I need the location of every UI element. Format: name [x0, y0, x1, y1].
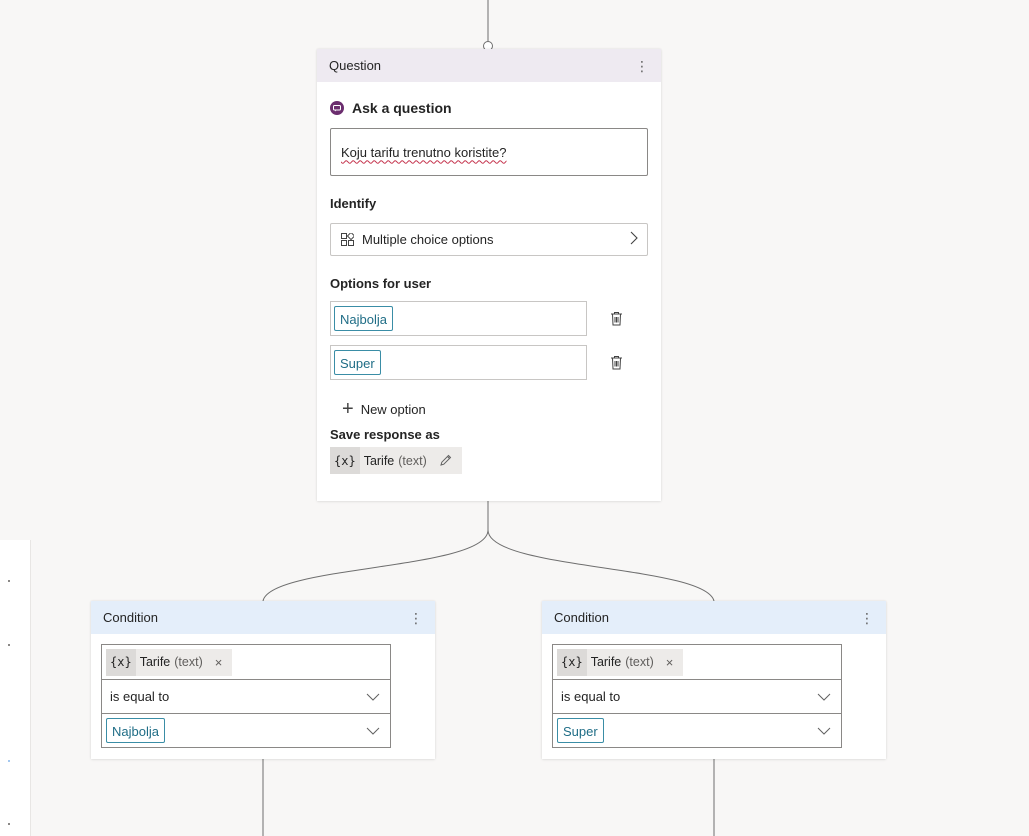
- option-row: Super: [330, 345, 648, 380]
- condition-node[interactable]: Condition ⋮ {x} Tarife (text) × is equal…: [542, 601, 886, 759]
- condition-node-header: Condition ⋮: [542, 601, 886, 634]
- identify-value: Multiple choice options: [362, 232, 494, 247]
- condition-value-tag: Super: [557, 718, 604, 743]
- close-icon[interactable]: ×: [666, 655, 674, 670]
- variable-icon: {x}: [557, 648, 587, 676]
- variable-icon: {x}: [106, 648, 136, 676]
- option-tag: Najbolja: [334, 306, 393, 331]
- chevron-down-icon: [817, 727, 831, 735]
- question-node[interactable]: Question ⋮ Ask a question Koju tarifu tr…: [317, 49, 661, 501]
- option-row: Najbolja: [330, 301, 648, 336]
- plus-icon: +: [342, 398, 354, 420]
- ask-question-row: Ask a question: [330, 94, 648, 122]
- question-text-field[interactable]: Koju tarifu trenutno koristite?: [330, 128, 648, 176]
- chat-bubble-icon: [330, 101, 344, 115]
- node-title: Condition: [103, 610, 158, 625]
- variable-icon: {x}: [330, 447, 360, 474]
- more-vertical-icon[interactable]: ⋮: [860, 611, 874, 625]
- condition-value-dropdown[interactable]: Najbolja: [102, 713, 390, 747]
- grid-icon: [341, 233, 354, 246]
- identify-label: Identify: [330, 196, 377, 211]
- condition-operator-dropdown[interactable]: is equal to: [102, 679, 390, 713]
- options-label: Options for user: [330, 276, 432, 291]
- condition-value-tag: Najbolja: [106, 718, 165, 743]
- variable-name: Tarife: [363, 453, 395, 468]
- question-node-header: Question ⋮: [317, 49, 661, 82]
- chevron-down-icon: [366, 727, 380, 735]
- new-option-button[interactable]: + New option: [330, 397, 648, 421]
- condition-variable-row[interactable]: {x} Tarife (text) ×: [553, 645, 841, 679]
- new-option-label: New option: [360, 401, 426, 417]
- condition-variable-row[interactable]: {x} Tarife (text) ×: [102, 645, 390, 679]
- save-response-label: Save response as: [330, 427, 440, 442]
- operator-value: is equal to: [110, 689, 170, 704]
- identify-selector[interactable]: Multiple choice options: [330, 223, 648, 256]
- option-tag: Super: [334, 350, 381, 375]
- condition-variable-token[interactable]: {x} Tarife (text) ×: [106, 648, 233, 676]
- condition-node[interactable]: Condition ⋮ {x} Tarife (text) × is equal…: [91, 601, 435, 759]
- variable-name: Tarife: [139, 655, 171, 669]
- chevron-right-icon: [629, 231, 639, 248]
- trash-icon[interactable]: [610, 355, 623, 370]
- node-title: Condition: [554, 610, 609, 625]
- connector-branch-right: [487, 529, 715, 602]
- more-vertical-icon[interactable]: ⋮: [409, 611, 423, 625]
- condition-node-header: Condition ⋮: [91, 601, 435, 634]
- node-title: Question: [329, 58, 382, 73]
- condition-expression: {x} Tarife (text) × is equal to Super: [552, 644, 842, 748]
- condition-operator-dropdown[interactable]: is equal to: [553, 679, 841, 713]
- connector-branch-left: [262, 529, 489, 602]
- trash-icon[interactable]: [610, 311, 623, 326]
- option-input[interactable]: Najbolja: [330, 301, 587, 336]
- ask-question-label: Ask a question: [352, 100, 452, 116]
- pencil-icon[interactable]: [439, 454, 452, 467]
- option-input[interactable]: Super: [330, 345, 587, 380]
- chevron-down-icon: [817, 693, 831, 701]
- save-variable-chip[interactable]: {x} Tarife (text): [330, 447, 462, 474]
- question-text: Koju tarifu trenutno koristite?: [341, 144, 507, 160]
- variable-type: (text): [625, 655, 654, 669]
- variable-type: (text): [174, 655, 203, 669]
- condition-variable-token[interactable]: {x} Tarife (text) ×: [557, 648, 684, 676]
- close-icon[interactable]: ×: [215, 655, 223, 670]
- variable-name: Tarife: [590, 655, 622, 669]
- operator-value: is equal to: [561, 689, 621, 704]
- condition-value-dropdown[interactable]: Super: [553, 713, 841, 747]
- more-vertical-icon[interactable]: ⋮: [635, 59, 649, 73]
- condition-expression: {x} Tarife (text) × is equal to Najbolja: [101, 644, 391, 748]
- chevron-down-icon: [366, 693, 380, 701]
- variable-type: (text): [398, 453, 427, 468]
